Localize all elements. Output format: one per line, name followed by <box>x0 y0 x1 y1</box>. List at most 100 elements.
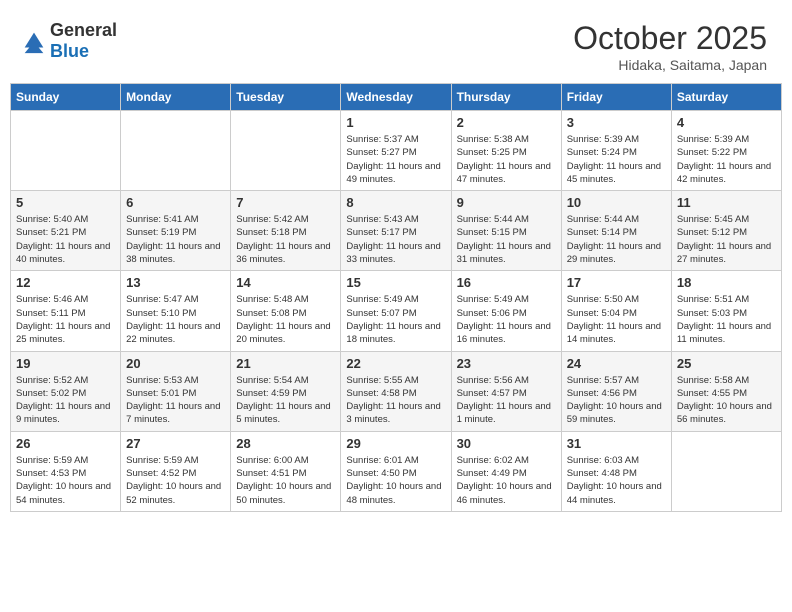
day-number: 7 <box>236 195 335 210</box>
title-area: October 2025 Hidaka, Saitama, Japan <box>573 20 767 73</box>
logo-blue: Blue <box>50 41 89 61</box>
day-number: 10 <box>567 195 666 210</box>
weekday-header-monday: Monday <box>121 84 231 111</box>
calendar-cell: 18 Sunrise: 5:51 AMSunset: 5:03 PMDayligh… <box>671 271 781 351</box>
day-info: Sunrise: 5:51 AMSunset: 5:03 PMDaylight:… <box>677 293 776 346</box>
calendar-cell: 2 Sunrise: 5:38 AMSunset: 5:25 PMDaylight… <box>451 111 561 191</box>
weekday-header-sunday: Sunday <box>11 84 121 111</box>
day-info: Sunrise: 5:55 AMSunset: 4:58 PMDaylight:… <box>346 374 445 427</box>
calendar-cell: 7 Sunrise: 5:42 AMSunset: 5:18 PMDaylight… <box>231 191 341 271</box>
header: General Blue October 2025 Hidaka, Saitam… <box>10 10 782 83</box>
day-info: Sunrise: 5:49 AMSunset: 5:07 PMDaylight:… <box>346 293 445 346</box>
calendar-cell: 11Sunrise: 5:45 AMSunset: 5:12 PMDayligh… <box>671 191 781 271</box>
calendar-cell: 30 Sunrise: 6:02 AMSunset: 4:49 PMDayligh… <box>451 431 561 511</box>
weekday-header-saturday: Saturday <box>671 84 781 111</box>
page-container: General Blue October 2025 Hidaka, Saitam… <box>10 10 782 512</box>
day-number: 21 <box>236 356 335 371</box>
day-number: 19 <box>16 356 115 371</box>
calendar-cell: 12 Sunrise: 5:46 AMSunset: 5:11 PMDayligh… <box>11 271 121 351</box>
calendar-cell: 27 Sunrise: 5:59 AMSunset: 4:52 PMDayligh… <box>121 431 231 511</box>
day-number: 25 <box>677 356 776 371</box>
day-info: Sunrise: 5:47 AMSunset: 5:10 PMDaylight:… <box>126 293 225 346</box>
calendar-cell: 6Sunrise: 5:41 AMSunset: 5:19 PMDaylight… <box>121 191 231 271</box>
calendar-cell: 9Sunrise: 5:44 AMSunset: 5:15 PMDaylight… <box>451 191 561 271</box>
day-number: 26 <box>16 436 115 451</box>
day-number: 18 <box>677 275 776 290</box>
day-info: Sunrise: 5:42 AMSunset: 5:18 PMDaylight:… <box>236 213 335 266</box>
calendar-cell: 20 Sunrise: 5:53 AMSunset: 5:01 PMDayligh… <box>121 351 231 431</box>
day-number: 20 <box>126 356 225 371</box>
day-number: 29 <box>346 436 445 451</box>
calendar-cell: 19 Sunrise: 5:52 AMSunset: 5:02 PMDayligh… <box>11 351 121 431</box>
day-info: Sunrise: 6:03 AMSunset: 4:48 PMDaylight:… <box>567 454 666 507</box>
weekday-header-row: SundayMondayTuesdayWednesdayThursdayFrid… <box>11 84 782 111</box>
day-info: Sunrise: 5:52 AMSunset: 5:02 PMDaylight:… <box>16 374 115 427</box>
calendar-week-row: 19 Sunrise: 5:52 AMSunset: 5:02 PMDayligh… <box>11 351 782 431</box>
day-number: 30 <box>457 436 556 451</box>
day-number: 13 <box>126 275 225 290</box>
day-number: 15 <box>346 275 445 290</box>
day-number: 24 <box>567 356 666 371</box>
day-info: Sunrise: 5:53 AMSunset: 5:01 PMDaylight:… <box>126 374 225 427</box>
day-info: Sunrise: 5:50 AMSunset: 5:04 PMDaylight:… <box>567 293 666 346</box>
day-number: 31 <box>567 436 666 451</box>
calendar-cell: 1Sunrise: 5:37 AMSunset: 5:27 PMDaylight… <box>341 111 451 191</box>
day-info: Sunrise: 5:54 AMSunset: 4:59 PMDaylight:… <box>236 374 335 427</box>
day-info: Sunrise: 5:44 AMSunset: 5:15 PMDaylight:… <box>457 213 556 266</box>
day-info: Sunrise: 6:02 AMSunset: 4:49 PMDaylight:… <box>457 454 556 507</box>
calendar-cell: 4Sunrise: 5:39 AMSunset: 5:22 PMDaylight… <box>671 111 781 191</box>
day-number: 4 <box>677 115 776 130</box>
logo-icon <box>20 27 48 55</box>
calendar-cell: 10 Sunrise: 5:44 AMSunset: 5:14 PMDayligh… <box>561 191 671 271</box>
day-number: 3 <box>567 115 666 130</box>
calendar-cell: 24 Sunrise: 5:57 AMSunset: 4:56 PMDayligh… <box>561 351 671 431</box>
logo-general: General <box>50 20 117 40</box>
day-number: 8 <box>346 195 445 210</box>
day-number: 6 <box>126 195 225 210</box>
calendar-cell <box>11 111 121 191</box>
day-number: 16 <box>457 275 556 290</box>
calendar-cell: 28Sunrise: 6:00 AMSunset: 4:51 PMDayligh… <box>231 431 341 511</box>
calendar-cell: 13 Sunrise: 5:47 AMSunset: 5:10 PMDayligh… <box>121 271 231 351</box>
day-info: Sunrise: 5:57 AMSunset: 4:56 PMDaylight:… <box>567 374 666 427</box>
weekday-header-thursday: Thursday <box>451 84 561 111</box>
calendar-cell: 21 Sunrise: 5:54 AMSunset: 4:59 PMDayligh… <box>231 351 341 431</box>
calendar-cell <box>231 111 341 191</box>
weekday-header-friday: Friday <box>561 84 671 111</box>
calendar-cell: 31 Sunrise: 6:03 AMSunset: 4:48 PMDayligh… <box>561 431 671 511</box>
day-number: 23 <box>457 356 556 371</box>
day-info: Sunrise: 5:59 AMSunset: 4:53 PMDaylight:… <box>16 454 115 507</box>
day-number: 27 <box>126 436 225 451</box>
calendar-cell: 16 Sunrise: 5:49 AMSunset: 5:06 PMDayligh… <box>451 271 561 351</box>
calendar-cell: 22 Sunrise: 5:55 AMSunset: 4:58 PMDayligh… <box>341 351 451 431</box>
day-info: Sunrise: 5:59 AMSunset: 4:52 PMDaylight:… <box>126 454 225 507</box>
calendar-cell: 8 Sunrise: 5:43 AMSunset: 5:17 PMDaylight… <box>341 191 451 271</box>
calendar-week-row: 1Sunrise: 5:37 AMSunset: 5:27 PMDaylight… <box>11 111 782 191</box>
location-title: Hidaka, Saitama, Japan <box>573 57 767 73</box>
calendar-week-row: 5Sunrise: 5:40 AMSunset: 5:21 PMDaylight… <box>11 191 782 271</box>
day-info: Sunrise: 6:01 AMSunset: 4:50 PMDaylight:… <box>346 454 445 507</box>
calendar-cell: 25 Sunrise: 5:58 AMSunset: 4:55 PMDayligh… <box>671 351 781 431</box>
day-info: Sunrise: 5:39 AMSunset: 5:24 PMDaylight:… <box>567 133 666 186</box>
calendar: SundayMondayTuesdayWednesdayThursdayFrid… <box>10 83 782 512</box>
day-info: Sunrise: 5:48 AMSunset: 5:08 PMDaylight:… <box>236 293 335 346</box>
day-number: 12 <box>16 275 115 290</box>
day-number: 22 <box>346 356 445 371</box>
day-info: Sunrise: 5:49 AMSunset: 5:06 PMDaylight:… <box>457 293 556 346</box>
day-number: 28 <box>236 436 335 451</box>
day-number: 11 <box>677 195 776 210</box>
day-info: Sunrise: 5:44 AMSunset: 5:14 PMDaylight:… <box>567 213 666 266</box>
day-info: Sunrise: 5:46 AMSunset: 5:11 PMDaylight:… <box>16 293 115 346</box>
day-number: 2 <box>457 115 556 130</box>
weekday-header-wednesday: Wednesday <box>341 84 451 111</box>
calendar-cell: 3 Sunrise: 5:39 AMSunset: 5:24 PMDaylight… <box>561 111 671 191</box>
month-title: October 2025 <box>573 20 767 57</box>
day-info: Sunrise: 5:37 AMSunset: 5:27 PMDaylight:… <box>346 133 445 186</box>
calendar-cell: 26 Sunrise: 5:59 AMSunset: 4:53 PMDayligh… <box>11 431 121 511</box>
logo: General Blue <box>20 20 117 62</box>
day-info: Sunrise: 5:38 AMSunset: 5:25 PMDaylight:… <box>457 133 556 186</box>
calendar-cell: 14Sunrise: 5:48 AMSunset: 5:08 PMDayligh… <box>231 271 341 351</box>
calendar-cell: 5Sunrise: 5:40 AMSunset: 5:21 PMDaylight… <box>11 191 121 271</box>
day-info: Sunrise: 5:58 AMSunset: 4:55 PMDaylight:… <box>677 374 776 427</box>
day-info: Sunrise: 5:43 AMSunset: 5:17 PMDaylight:… <box>346 213 445 266</box>
